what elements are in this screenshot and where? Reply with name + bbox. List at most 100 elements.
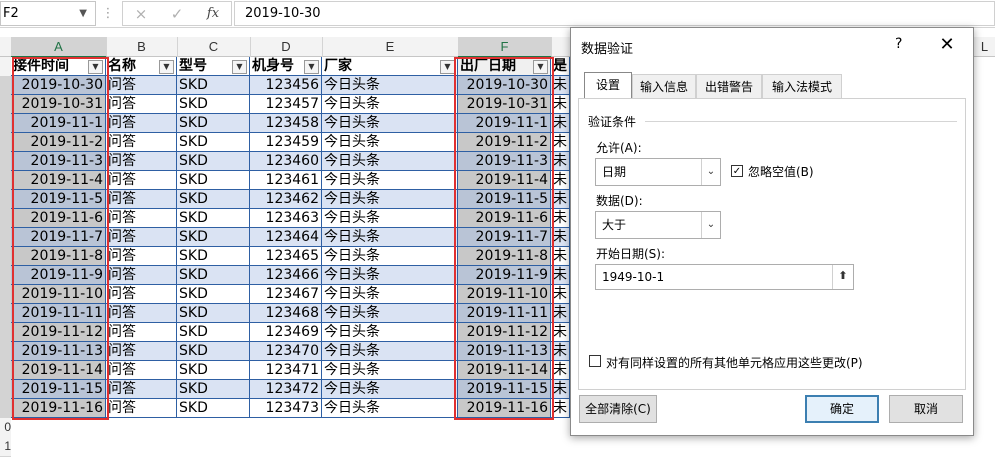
row-header[interactable] <box>0 323 11 343</box>
tab-settings[interactable]: 设置 <box>584 72 632 99</box>
table-cell[interactable]: 2019-11-11 <box>458 304 551 323</box>
header-cell[interactable]: 机身号 ▼ <box>250 57 322 76</box>
table-cell[interactable]: 2019-11-14 <box>458 361 551 380</box>
table-cell[interactable]: 今日头条 <box>322 323 458 342</box>
column-header-l[interactable]: L <box>974 37 995 57</box>
table-cell[interactable]: SKD <box>177 304 250 323</box>
table-cell[interactable]: 2019-11-5 <box>458 190 551 209</box>
clear-all-button[interactable]: 全部清除(C) <box>579 395 657 423</box>
table-cell[interactable]: 今日头条 <box>322 209 458 228</box>
table-cell[interactable]: 问答 <box>106 266 177 285</box>
table-cell[interactable]: 未 <box>551 266 570 285</box>
table-cell[interactable]: 未 <box>551 342 570 361</box>
table-cell[interactable]: 123466 <box>250 266 322 285</box>
table-cell[interactable]: 2019-11-16 <box>458 399 551 418</box>
table-cell[interactable]: 今日头条 <box>322 76 458 95</box>
table-cell[interactable]: 2019-11-8 <box>11 247 106 266</box>
range-select-icon[interactable]: ⬆ <box>832 265 853 289</box>
table-cell[interactable]: 123465 <box>250 247 322 266</box>
column-header-a[interactable]: A <box>11 37 107 58</box>
table-cell[interactable]: 2019-11-3 <box>458 152 551 171</box>
table-cell[interactable]: 2019-11-12 <box>11 323 106 342</box>
table-cell[interactable]: SKD <box>177 76 250 95</box>
row-header[interactable] <box>0 304 11 324</box>
table-cell[interactable]: 问答 <box>106 171 177 190</box>
table-cell[interactable]: SKD <box>177 171 250 190</box>
table-cell[interactable]: SKD <box>177 285 250 304</box>
table-cell[interactable]: 123463 <box>250 209 322 228</box>
chevron-down-icon[interactable]: ⌄ <box>701 212 720 238</box>
table-cell[interactable]: 2019-11-13 <box>11 342 106 361</box>
table-cell[interactable]: 123456 <box>250 76 322 95</box>
table-cell[interactable]: 问答 <box>106 95 177 114</box>
table-cell[interactable]: 2019-11-15 <box>458 380 551 399</box>
table-cell[interactable]: 2019-11-10 <box>458 285 551 304</box>
table-cell[interactable]: 123468 <box>250 304 322 323</box>
row-header[interactable] <box>0 228 11 248</box>
header-cell[interactable]: 接件时间 ▼ <box>11 57 106 76</box>
table-cell[interactable]: 123471 <box>250 361 322 380</box>
table-cell[interactable]: 未 <box>551 399 570 418</box>
table-cell[interactable]: 2019-11-2 <box>11 133 106 152</box>
row-header[interactable] <box>0 57 11 77</box>
table-cell[interactable]: 问答 <box>106 361 177 380</box>
table-cell[interactable]: 123457 <box>250 95 322 114</box>
filter-dropdown-icon[interactable]: ▼ <box>159 60 174 74</box>
table-cell[interactable]: 今日头条 <box>322 133 458 152</box>
row-header[interactable] <box>0 133 11 153</box>
cancel-entry-icon[interactable]: × <box>129 4 153 24</box>
table-cell[interactable]: 未 <box>551 228 570 247</box>
row-header[interactable] <box>0 114 11 134</box>
table-cell[interactable]: 问答 <box>106 209 177 228</box>
row-header[interactable] <box>0 285 11 305</box>
table-cell[interactable]: SKD <box>177 152 250 171</box>
table-cell[interactable]: 问答 <box>106 76 177 95</box>
row-header[interactable] <box>0 209 11 229</box>
column-header-f[interactable]: F <box>458 37 552 58</box>
table-cell[interactable]: 2019-11-6 <box>11 209 106 228</box>
table-cell[interactable]: 今日头条 <box>322 228 458 247</box>
table-cell[interactable]: 问答 <box>106 304 177 323</box>
table-cell[interactable]: 未 <box>551 361 570 380</box>
table-cell[interactable]: 2019-11-10 <box>11 285 106 304</box>
row-header[interactable] <box>0 190 11 210</box>
confirm-entry-icon[interactable]: ✓ <box>165 4 189 24</box>
table-cell[interactable]: SKD <box>177 114 250 133</box>
name-box[interactable]: F2 ▼ <box>0 1 96 26</box>
table-cell[interactable]: 问答 <box>106 285 177 304</box>
table-cell[interactable]: 未 <box>551 380 570 399</box>
table-cell[interactable]: SKD <box>177 266 250 285</box>
table-cell[interactable]: 今日头条 <box>322 285 458 304</box>
formula-input[interactable]: 2019-10-30 <box>234 1 995 26</box>
table-cell[interactable]: 2019-10-30 <box>11 76 106 95</box>
table-cell[interactable]: 问答 <box>106 247 177 266</box>
table-cell[interactable]: 2019-11-15 <box>11 380 106 399</box>
table-cell[interactable]: 问答 <box>106 190 177 209</box>
row-header[interactable] <box>0 380 11 400</box>
table-cell[interactable]: 123469 <box>250 323 322 342</box>
table-cell[interactable]: 今日头条 <box>322 190 458 209</box>
header-cell[interactable]: 出厂日期 ▼ <box>458 57 551 76</box>
table-cell[interactable]: 123459 <box>250 133 322 152</box>
column-header-d[interactable]: D <box>250 37 323 57</box>
column-header-e[interactable]: E <box>322 37 459 57</box>
table-cell[interactable]: 问答 <box>106 228 177 247</box>
table-cell[interactable]: 今日头条 <box>322 247 458 266</box>
row-header[interactable] <box>0 171 11 191</box>
table-cell[interactable]: 2019-11-9 <box>458 266 551 285</box>
table-cell[interactable]: 2019-11-1 <box>11 114 106 133</box>
table-cell[interactable]: 2019-10-31 <box>458 95 551 114</box>
table-cell[interactable]: 2019-11-6 <box>458 209 551 228</box>
table-cell[interactable]: 今日头条 <box>322 342 458 361</box>
table-cell[interactable]: 2019-10-31 <box>11 95 106 114</box>
table-cell[interactable]: 问答 <box>106 152 177 171</box>
ok-button[interactable]: 确定 <box>805 395 879 423</box>
table-cell[interactable]: 今日头条 <box>322 114 458 133</box>
table-cell[interactable]: 2019-11-3 <box>11 152 106 171</box>
table-cell[interactable]: 2019-11-9 <box>11 266 106 285</box>
table-cell[interactable]: 2019-11-5 <box>11 190 106 209</box>
help-icon[interactable]: ? <box>895 36 902 52</box>
table-cell[interactable]: SKD <box>177 209 250 228</box>
table-cell[interactable]: 未 <box>551 76 570 95</box>
table-cell[interactable]: 2019-11-7 <box>458 228 551 247</box>
